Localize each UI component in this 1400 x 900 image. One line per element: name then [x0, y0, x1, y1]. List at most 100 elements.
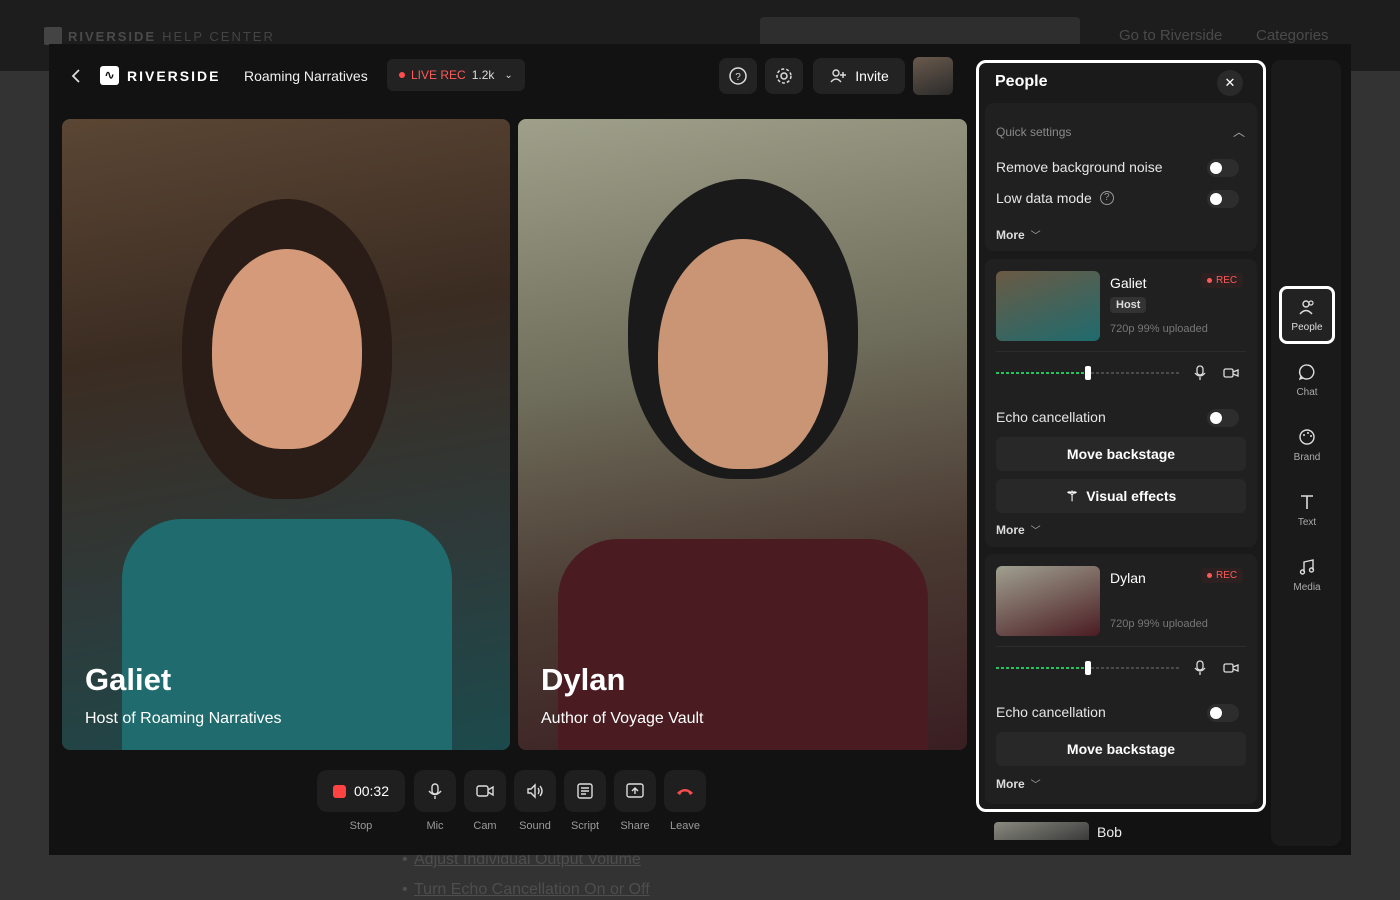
low-data-row: Low data mode ?: [996, 190, 1114, 206]
echo-cancellation-label: Echo cancellation: [996, 704, 1106, 720]
participant-thumbnail-bob: [994, 822, 1089, 840]
riverside-logo[interactable]: ∿ RIVERSIDE: [100, 66, 220, 85]
participant-more[interactable]: More ﹀: [996, 776, 1041, 792]
live-dot-icon: [399, 72, 405, 78]
settings-button[interactable]: [765, 58, 803, 94]
volume-level: [996, 667, 1088, 669]
rail-item-media[interactable]: Media: [1279, 546, 1335, 604]
riverside-mark-icon: ∿: [100, 66, 119, 85]
help-circle-icon[interactable]: ?: [1099, 191, 1114, 205]
stop-recording-button[interactable]: 00:32: [317, 770, 405, 812]
live-rec-dropdown[interactable]: LIVE REC 1.2k ⌄: [387, 59, 525, 91]
help-button[interactable]: ?: [719, 58, 757, 94]
visual-effects-button[interactable]: ⚚ Visual effects: [996, 479, 1246, 513]
help-center-brand: RIVERSIDE HELP CENTER: [44, 27, 275, 45]
sound-button[interactable]: [514, 770, 556, 812]
participant-thumbnail: [996, 271, 1100, 341]
participant-card-galiet: Galiet Host REC 720p 99% uploaded Echo c…: [985, 259, 1257, 547]
slider-handle[interactable]: [1085, 661, 1091, 675]
help-brand-sub: HELP CENTER: [162, 28, 275, 44]
microphone-icon: [428, 783, 442, 799]
self-avatar[interactable]: [913, 57, 953, 95]
mic-toggle-button[interactable]: [1190, 363, 1210, 383]
rail-item-people[interactable]: People: [1279, 286, 1335, 344]
cam-toggle-button[interactable]: [1221, 363, 1241, 383]
slider-handle[interactable]: [1085, 366, 1091, 380]
remove-noise-toggle[interactable]: [1207, 159, 1239, 177]
echo-cancellation-toggle[interactable]: [1207, 409, 1239, 427]
gear-icon: [776, 68, 792, 84]
rail-item-chat[interactable]: Chat: [1279, 351, 1335, 409]
rec-badge: REC: [1201, 273, 1244, 288]
more-label: More: [996, 227, 1025, 242]
participant-face: [212, 249, 362, 449]
host-badge: Host: [1110, 297, 1147, 313]
rec-label: REC: [1216, 275, 1238, 286]
participant-name: Dylan: [1110, 570, 1146, 586]
chevron-down-icon: ﹀: [1030, 526, 1041, 537]
mic-label: Mic: [426, 820, 444, 832]
quick-settings-heading: Quick settings: [996, 125, 1072, 139]
live-viewer-count: 1.2k: [471, 68, 495, 82]
remove-noise-label: Remove background noise: [996, 159, 1163, 175]
speaker-icon: [527, 783, 543, 799]
more-label: More: [996, 776, 1025, 791]
hang-up-icon: [677, 789, 693, 795]
rail-label: Text: [1297, 516, 1317, 528]
volume-slider[interactable]: [996, 366, 1180, 380]
camera-icon: [1223, 663, 1239, 673]
echo-cancellation-label: Echo cancellation: [996, 409, 1106, 425]
microphone-icon: [1194, 365, 1206, 380]
cam-button[interactable]: [464, 770, 506, 812]
rec-badge: REC: [1201, 568, 1244, 583]
rail-item-brand[interactable]: Brand: [1279, 416, 1335, 474]
chevron-up-icon[interactable]: ︿: [1233, 123, 1245, 140]
mic-toggle-button[interactable]: [1190, 658, 1210, 678]
divider: [996, 351, 1246, 352]
video-tile-galiet[interactable]: Galiet Host of Roaming Narratives: [62, 119, 510, 750]
participant-more[interactable]: More ﹀: [996, 522, 1041, 538]
cam-toggle-button[interactable]: [1221, 658, 1241, 678]
rail-label: Chat: [1296, 386, 1318, 398]
upload-status: 720p 99% uploaded: [1110, 323, 1208, 335]
text-icon: [1301, 494, 1313, 509]
quick-settings-more[interactable]: More ﹀: [996, 227, 1041, 243]
invite-button[interactable]: Invite: [813, 58, 905, 94]
visual-effects-label: Visual effects: [1086, 488, 1177, 504]
mic-button[interactable]: [414, 770, 456, 812]
script-label: Script: [570, 820, 600, 832]
echo-cancellation-toggle[interactable]: [1207, 704, 1239, 722]
question-icon: ?: [729, 67, 747, 85]
rail-item-text[interactable]: Text: [1279, 481, 1335, 539]
close-panel-button[interactable]: ✕: [1217, 70, 1243, 96]
camera-icon: [1223, 368, 1239, 378]
logo-text: RIVERSIDE: [127, 67, 221, 84]
categories-link: Categories: [1256, 27, 1329, 44]
help-brand-name: RIVERSIDE: [68, 28, 157, 44]
rail-label: People: [1291, 321, 1323, 333]
script-button[interactable]: [564, 770, 606, 812]
help-article-link: Turn Echo Cancellation On or Off: [402, 881, 650, 899]
microphone-icon: [1194, 660, 1206, 675]
low-data-toggle[interactable]: [1207, 190, 1239, 208]
rail-label: Media: [1293, 581, 1321, 593]
chevron-down-icon: ﹀: [1030, 780, 1041, 791]
share-button[interactable]: [614, 770, 656, 812]
go-to-riverside-link: Go to Riverside: [1119, 27, 1223, 44]
share-label: Share: [620, 820, 650, 832]
studio-topbar: ∿ RIVERSIDE Roaming Narratives LIVE REC …: [49, 44, 969, 108]
move-backstage-button[interactable]: Move backstage: [996, 732, 1246, 766]
people-panel: People ✕ Quick settings ︿ Remove backgro…: [976, 60, 1266, 812]
participant-name-bob: Bob: [1097, 824, 1122, 840]
video-tile-dylan[interactable]: Dylan Author of Voyage Vault: [518, 119, 967, 750]
volume-slider[interactable]: [996, 661, 1180, 675]
rec-dot-icon: [1207, 573, 1212, 578]
sound-label: Sound: [519, 820, 551, 832]
chevron-down-icon: ﹀: [1030, 231, 1041, 242]
participant-card-dylan: Dylan REC 720p 99% uploaded Echo cancell…: [985, 554, 1257, 804]
move-backstage-button[interactable]: Move backstage: [996, 437, 1246, 471]
participant-face: [658, 239, 828, 469]
back-button[interactable]: [67, 66, 87, 86]
leave-button[interactable]: [664, 770, 706, 812]
studio-window: ∿ RIVERSIDE Roaming Narratives LIVE REC …: [49, 44, 1351, 855]
